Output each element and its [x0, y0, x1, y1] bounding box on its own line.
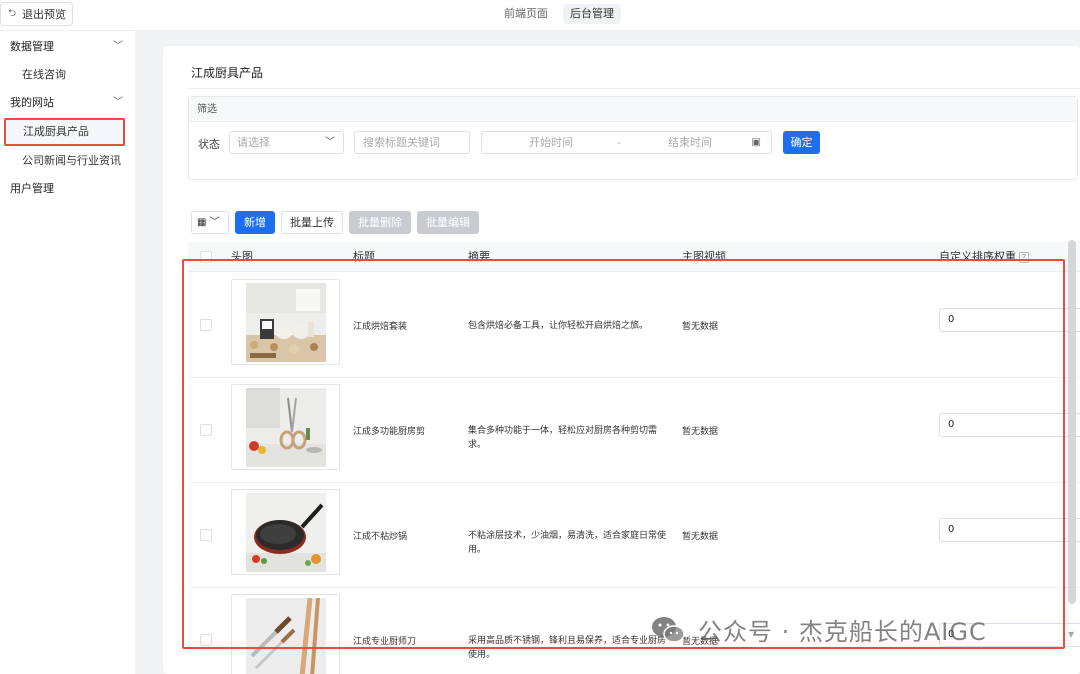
- sidebar-group-data[interactable]: 数据管理 ﹀: [0, 33, 135, 61]
- top-bar: ⮌ 退出预览 前端页面 后台管理: [0, 0, 1080, 31]
- chef-knife-image: [246, 598, 326, 674]
- batch-upload-button[interactable]: 批量上传: [281, 211, 343, 234]
- status-select[interactable]: 请选择 ﹀: [229, 131, 344, 154]
- sidebar-item-kitchen-products[interactable]: 江成厨具产品: [4, 118, 125, 146]
- product-image[interactable]: [231, 279, 340, 365]
- sidebar-group-label: 数据管理: [10, 40, 54, 53]
- select-all-checkbox[interactable]: [200, 251, 212, 263]
- sidebar-item-consult[interactable]: 在线咨询: [0, 61, 135, 89]
- sort-weight-input[interactable]: 0: [939, 308, 1080, 332]
- chevron-down-icon: ﹀: [209, 217, 220, 228]
- product-summary: 采用高品质不锈钢，锋利且易保养，适合专业厨房使用。: [468, 636, 667, 660]
- batch-edit-button[interactable]: 批量编辑: [417, 211, 479, 234]
- scroll-down-arrow[interactable]: ▼: [1068, 630, 1074, 639]
- watermark-text: 公众号 · 杰克船长的AIGC: [698, 618, 987, 646]
- exit-preview-button[interactable]: ⮌ 退出预览: [0, 2, 73, 26]
- chevron-down-icon: ﹀: [113, 97, 123, 108]
- nonstick-wok-image: [246, 493, 326, 572]
- sidebar-group-label: 用户管理: [10, 182, 54, 195]
- product-image[interactable]: [231, 384, 340, 470]
- product-title: 江成专业厨师刀: [353, 637, 417, 647]
- table-row: 江成多功能厨房剪 集合多种功能于一体，轻松应对厨房各种剪切需求。 暂无数据 0: [188, 378, 1080, 483]
- column-header-weight: 自定义排序权重?: [939, 242, 1029, 272]
- baking-set-image: [246, 283, 326, 362]
- product-title: 江成多功能厨房剪: [353, 427, 426, 437]
- top-tabs: 前端页面 后台管理: [497, 4, 621, 24]
- table-header: 头图 标题 摘要 主图视频 自定义排序权重?: [188, 242, 1080, 272]
- sidebar-group-users[interactable]: 用户管理: [0, 175, 135, 203]
- product-title: 江成不粘炒锅: [353, 532, 408, 542]
- sidebar: 数据管理 ﹀ 在线咨询 我的网站 ﹀ 江成厨具产品 公司新闻与行业资讯 用户管理: [0, 31, 135, 674]
- chevron-down-icon: ﹀: [325, 137, 335, 148]
- column-header-weight-label: 自定义排序权重: [939, 250, 1016, 263]
- product-video: 暂无数据: [682, 532, 719, 542]
- product-video: 暂无数据: [682, 427, 719, 437]
- product-summary: 不粘涂层技术，少油烟，易清洗，适合家庭日常使用。: [468, 531, 667, 555]
- row-checkbox[interactable]: [200, 634, 212, 646]
- page-title: 江成厨具产品: [191, 66, 264, 80]
- undo-icon: ⮌: [8, 7, 17, 19]
- range-separator: -: [617, 136, 621, 149]
- filter-heading: 筛选: [189, 97, 1077, 122]
- row-checkbox[interactable]: [200, 319, 212, 331]
- product-image[interactable]: [231, 489, 340, 575]
- table-row: 江成烘焙套装 包含烘焙必备工具，让你轻松开启烘焙之旅。 暂无数据 0: [188, 273, 1080, 378]
- sidebar-item-news[interactable]: 公司新闻与行业资讯: [0, 147, 135, 175]
- main-content: 江成厨具产品 筛选 状态 请选择 ﹀ 搜索标题关键词 开始时间 - 结束时间 ▣…: [145, 31, 1080, 674]
- date-range-picker[interactable]: 开始时间 - 结束时间 ▣: [481, 131, 772, 154]
- sort-weight-input[interactable]: 0: [939, 518, 1080, 542]
- divider: [187, 88, 1080, 89]
- column-header-title: 标题: [353, 250, 375, 263]
- end-time-field[interactable]: 结束时间: [668, 132, 712, 153]
- vertical-scrollbar[interactable]: [1068, 240, 1076, 604]
- product-summary: 集合多种功能于一体，轻松应对厨房各种剪切需求。: [468, 426, 658, 450]
- product-title: 江成烘焙套装: [353, 322, 408, 332]
- kitchen-scissors-image: [246, 388, 326, 467]
- tab-frontend[interactable]: 前端页面: [497, 4, 555, 24]
- start-time-field[interactable]: 开始时间: [529, 132, 573, 153]
- sidebar-group-label: 我的网站: [10, 96, 54, 109]
- product-video: 暂无数据: [682, 322, 719, 332]
- product-summary: 包含烘焙必备工具，让你轻松开启烘焙之旅。: [468, 321, 649, 331]
- chevron-down-icon: ﹀: [113, 41, 123, 52]
- confirm-button[interactable]: 确定: [783, 131, 820, 154]
- sidebar-group-website[interactable]: 我的网站 ﹀: [0, 89, 135, 117]
- products-table: 头图 标题 摘要 主图视频 自定义排序权重? 江成烘焙套装 包含烘焙必备工具，让…: [188, 242, 1080, 674]
- column-settings-button[interactable]: ▦ ﹀: [191, 211, 229, 234]
- exit-preview-label: 退出预览: [22, 8, 67, 21]
- wechat-icon: [650, 615, 686, 645]
- table-toolbar: ▦ ﹀ 新增 批量上传 批量删除 批量编辑: [191, 211, 479, 234]
- grid-icon: ▦: [197, 217, 207, 228]
- calendar-icon: ▣: [751, 137, 761, 148]
- batch-delete-button[interactable]: 批量删除: [349, 211, 411, 234]
- add-button[interactable]: 新增: [235, 211, 275, 234]
- search-input[interactable]: 搜索标题关键词: [354, 131, 470, 154]
- watermark: 公众号 · 杰克船长的AIGC: [650, 612, 987, 647]
- column-header-summary: 摘要: [468, 250, 490, 263]
- column-header-video: 主图视频: [682, 250, 726, 263]
- row-checkbox[interactable]: [200, 424, 212, 436]
- row-checkbox[interactable]: [200, 529, 212, 541]
- product-image[interactable]: [231, 594, 340, 674]
- sort-weight-input[interactable]: 0: [939, 413, 1080, 437]
- filter-panel: 筛选 状态 请选择 ﹀ 搜索标题关键词 开始时间 - 结束时间 ▣ 确定: [188, 96, 1078, 180]
- help-icon[interactable]: ?: [1019, 251, 1029, 263]
- status-label: 状态: [198, 138, 220, 151]
- status-placeholder: 请选择: [237, 136, 270, 149]
- content-card: 江成厨具产品 筛选 状态 请选择 ﹀ 搜索标题关键词 开始时间 - 结束时间 ▣…: [163, 46, 1080, 674]
- column-header-image: 头图: [231, 250, 253, 263]
- table-row: 江成不粘炒锅 不粘涂层技术，少油烟，易清洗，适合家庭日常使用。 暂无数据 0: [188, 483, 1080, 588]
- tab-backend[interactable]: 后台管理: [563, 4, 621, 24]
